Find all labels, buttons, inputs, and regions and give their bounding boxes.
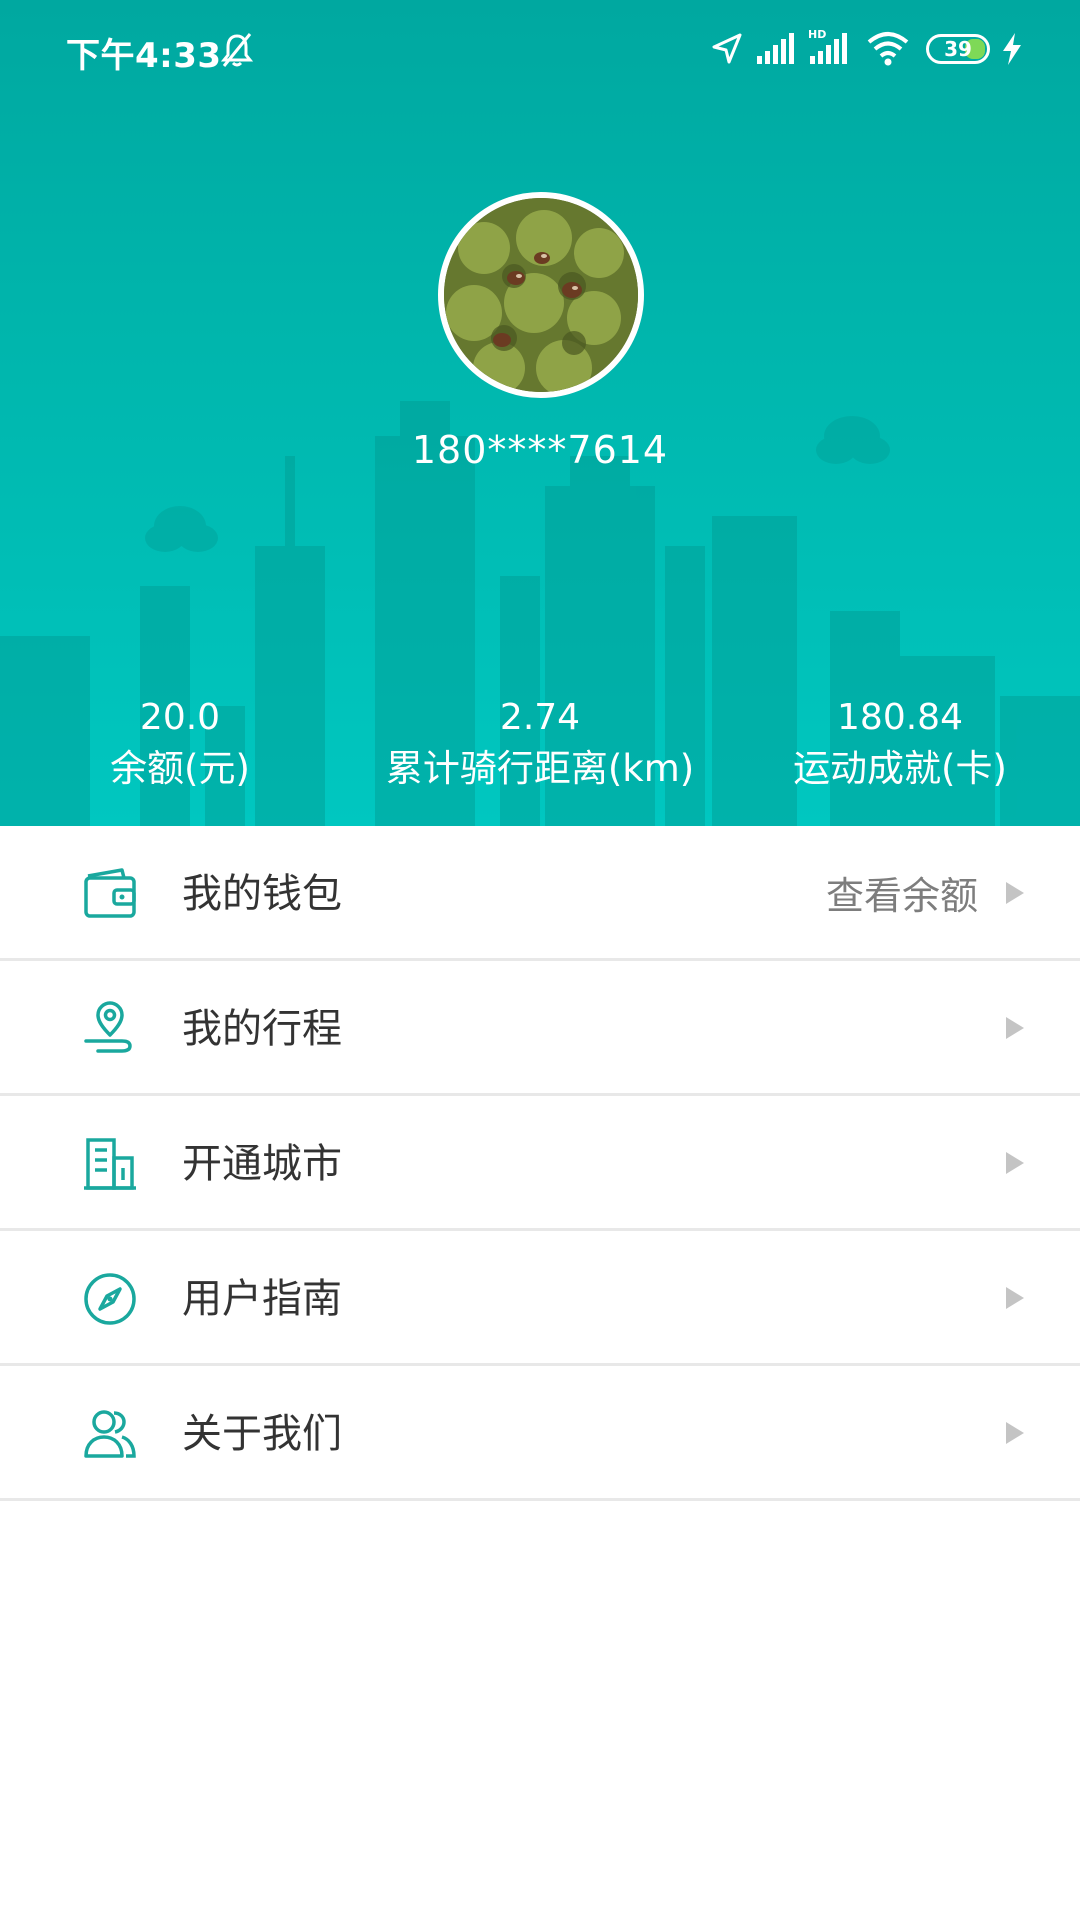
- stat-value: 2.74: [499, 697, 581, 738]
- stat-distance[interactable]: 2.74 累计骑行距离(km): [360, 694, 720, 796]
- city-building-icon: [84, 1138, 136, 1190]
- menu-label: 我的行程: [182, 1006, 342, 1052]
- menu-item-wallet[interactable]: 我的钱包 查看余额: [0, 826, 1080, 961]
- stat-value: 180.84: [837, 697, 963, 738]
- chevron-right-icon: [1006, 1287, 1024, 1309]
- wallet-icon: [84, 868, 136, 918]
- status-time: 下午4:33: [66, 36, 222, 76]
- status-bar: 下午4:33 HD 39: [0, 0, 1080, 100]
- location-trip-icon: [84, 1001, 132, 1053]
- stat-balance[interactable]: 20.0 余额(元): [0, 694, 360, 796]
- menu-label: 开通城市: [182, 1141, 342, 1187]
- users-icon: [84, 1410, 136, 1458]
- wifi-icon: [867, 32, 909, 66]
- avatar-photo: [444, 198, 638, 392]
- menu-item-about[interactable]: 关于我们: [0, 1366, 1080, 1501]
- menu-list: 我的钱包 查看余额 我的行程 开通城市 用户指南 关于我们: [0, 826, 1080, 1501]
- chevron-right-icon: [1006, 1017, 1024, 1039]
- stat-value: 20.0: [139, 697, 221, 738]
- user-phone-number: 180****7614: [411, 428, 669, 472]
- compass-icon: [84, 1273, 136, 1325]
- profile-header: 下午4:33 HD 39 180****7614 20.0 余额(元) 2.74…: [0, 0, 1080, 826]
- mute-bell-icon: [220, 33, 254, 67]
- stat-achievement[interactable]: 180.84 运动成就(卡): [720, 694, 1080, 796]
- charging-bolt-icon: [1003, 33, 1021, 65]
- stat-label: 累计骑行距离(km): [385, 747, 695, 790]
- menu-label: 用户指南: [182, 1276, 342, 1322]
- chevron-right-icon: [1006, 1152, 1024, 1174]
- stat-label: 运动成就(卡): [793, 747, 1007, 790]
- stat-label: 余额(元): [110, 747, 250, 790]
- battery-level: 39: [944, 37, 972, 61]
- battery-icon: 39: [926, 34, 990, 64]
- menu-item-trips[interactable]: 我的行程: [0, 961, 1080, 1096]
- signal-icon: [757, 33, 794, 64]
- stats-row: 20.0 余额(元) 2.74 累计骑行距离(km) 180.84 运动成就(卡…: [0, 694, 1080, 804]
- avatar[interactable]: [438, 192, 644, 398]
- chevron-right-icon: [1006, 882, 1024, 904]
- menu-label: 我的钱包: [182, 871, 342, 917]
- chevron-right-icon: [1006, 1422, 1024, 1444]
- view-balance-link[interactable]: 查看余额: [826, 868, 978, 924]
- location-arrow-icon: [712, 33, 742, 64]
- menu-item-guide[interactable]: 用户指南: [0, 1231, 1080, 1366]
- hd-signal-icon: HD: [808, 28, 847, 64]
- menu-item-cities[interactable]: 开通城市: [0, 1096, 1080, 1231]
- svg-text:HD: HD: [808, 28, 826, 41]
- menu-label: 关于我们: [182, 1411, 342, 1457]
